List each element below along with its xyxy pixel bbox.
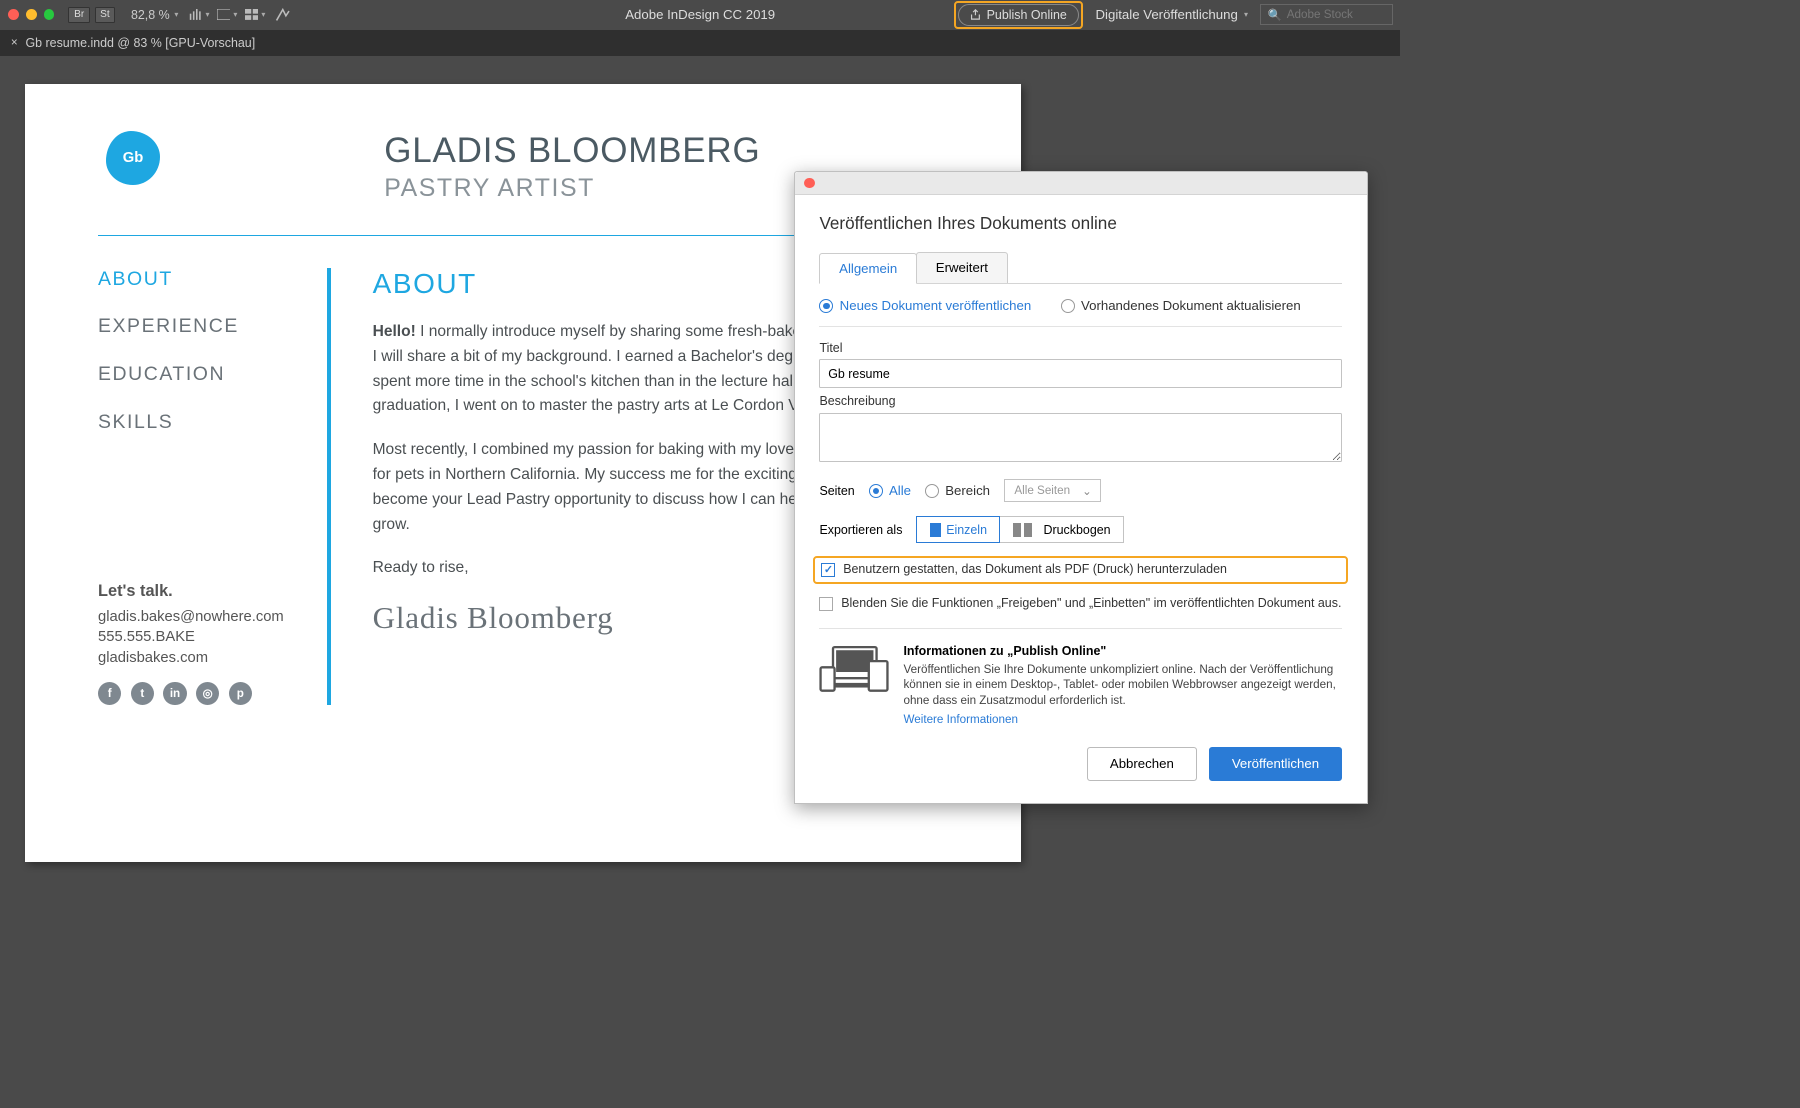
app-bar: Br St 82,8 % ▾ ▾ ▾ ▾ Adobe InDesign CC 2… (0, 0, 1400, 30)
workspace-switcher[interactable]: Digitale Veröffentlichung ▾ (1095, 7, 1247, 22)
checkbox-hide-label: Blenden Sie die Funktionen „Freigeben" u… (841, 596, 1341, 610)
maximize-window-icon[interactable] (44, 9, 55, 20)
radio-update-document[interactable]: Vorhandenes Dokument aktualisieren (1061, 298, 1301, 313)
contact-email: gladis.bakes@nowhere.com (98, 609, 285, 625)
devices-icon (819, 644, 889, 702)
instagram-icon: ◎ (196, 682, 219, 705)
radio-range-label: Bereich (945, 483, 990, 498)
title-input[interactable] (819, 359, 1341, 387)
radio-new-label: Neues Dokument veröffentlichen (840, 298, 1032, 313)
sidebar-item-experience: EXPERIENCE (98, 315, 285, 338)
export-as-label: Exportieren als (819, 523, 902, 537)
segment-single[interactable]: Einzeln (916, 516, 1000, 543)
resume-name: GLADIS BLOOMBERG (384, 131, 760, 171)
close-tab-icon[interactable]: × (11, 36, 18, 49)
dialog-titlebar[interactable] (795, 172, 1367, 195)
window-controls (8, 9, 55, 20)
close-window-icon[interactable] (8, 9, 19, 20)
search-icon: 🔍 (1268, 8, 1283, 22)
radio-icon (1061, 299, 1075, 313)
contact-site: gladisbakes.com (98, 650, 285, 666)
radio-update-label: Vorhandenes Dokument aktualisieren (1081, 298, 1301, 313)
bridge-button[interactable]: Br (68, 7, 89, 23)
chevron-down-icon: ▾ (174, 10, 178, 19)
dialog-heading: Veröffentlichen Ihres Dokuments online (819, 214, 1341, 234)
pages-label: Seiten (819, 484, 854, 498)
view-options-icon[interactable]: ▾ (189, 6, 209, 23)
info-panel: Informationen zu „Publish Online" Veröff… (819, 628, 1341, 727)
seg-single-label: Einzeln (946, 523, 987, 537)
radio-icon (819, 299, 833, 313)
pinterest-icon: p (229, 682, 252, 705)
social-icons: f t in ◎ p (98, 682, 285, 705)
hello-bold: Hello! (373, 323, 416, 340)
sidebar-item-education: EDUCATION (98, 363, 285, 386)
tab-advanced[interactable]: Erweitert (916, 252, 1008, 283)
contact-phone: 555.555.BAKE (98, 629, 285, 645)
publish-online-highlight: Publish Online (954, 1, 1083, 29)
title-label: Titel (819, 341, 1341, 355)
description-label: Beschreibung (819, 394, 1341, 408)
minimize-window-icon[interactable] (26, 9, 37, 20)
linkedin-icon: in (163, 682, 186, 705)
radio-pages-range[interactable]: Bereich (925, 483, 990, 498)
radio-all-label: Alle (889, 483, 911, 498)
publish-label: Publish Online (987, 8, 1067, 22)
vertical-rule (327, 268, 331, 705)
adobe-stock-search[interactable]: 🔍 Adobe Stock (1260, 4, 1392, 25)
description-input[interactable] (819, 413, 1341, 463)
checkbox-pdf-label: Benutzern gestatten, das Dokument als PD… (843, 562, 1227, 576)
spread-icon (1024, 523, 1032, 537)
tab-general[interactable]: Allgemein (819, 253, 916, 284)
spread-icon (1013, 523, 1021, 537)
publish-online-button[interactable]: Publish Online (958, 4, 1078, 26)
cancel-button[interactable]: Abbrechen (1087, 747, 1197, 781)
resume-subtitle: PASTRY ARTIST (384, 174, 760, 203)
radio-icon (925, 484, 939, 498)
segment-spread[interactable]: Druckbogen (1000, 516, 1124, 543)
page-range-dropdown[interactable]: Alle Seiten (1004, 479, 1101, 502)
checkbox-hide[interactable] (819, 597, 833, 611)
checkbox-hide-row: Blenden Sie die Funktionen „Freigeben" u… (819, 596, 1341, 611)
twitter-icon: t (131, 682, 154, 705)
chevron-down-icon: ▾ (1244, 10, 1248, 19)
app-title: Adobe InDesign CC 2019 (625, 7, 775, 22)
publish-online-dialog: Veröffentlichen Ihres Dokuments online A… (794, 171, 1368, 803)
export-segment: Einzeln Druckbogen (916, 516, 1124, 543)
dialog-close-icon[interactable] (804, 178, 815, 189)
contact-heading: Let's talk. (98, 582, 285, 601)
gpu-icon[interactable] (273, 6, 293, 23)
single-page-icon (930, 523, 941, 537)
resume-logo: Gb (106, 131, 160, 185)
document-tab[interactable]: Gb resume.indd @ 83 % [GPU-Vorschau] (25, 36, 255, 50)
document-tab-strip: × Gb resume.indd @ 83 % [GPU-Vorschau] (0, 30, 1400, 56)
info-link[interactable]: Weitere Informationen (903, 713, 1017, 726)
info-heading: Informationen zu „Publish Online" (903, 644, 1341, 658)
info-text: Veröffentlichen Sie Ihre Dokumente unkom… (903, 662, 1341, 709)
seg-spread-label: Druckbogen (1044, 523, 1111, 537)
radio-pages-all[interactable]: Alle (869, 483, 911, 498)
sidebar-item-about: ABOUT (98, 268, 285, 291)
screen-mode-icon[interactable]: ▾ (217, 6, 237, 23)
sidebar-item-skills: SKILLS (98, 411, 285, 434)
arrange-icon[interactable]: ▾ (245, 6, 265, 23)
radio-icon (869, 484, 883, 498)
radio-new-document[interactable]: Neues Dokument veröffentlichen (819, 298, 1031, 313)
facebook-icon: f (98, 682, 121, 705)
stock-button[interactable]: St (95, 7, 116, 23)
publish-button[interactable]: Veröffentlichen (1209, 747, 1342, 781)
workspace-label: Digitale Veröffentlichung (1095, 7, 1237, 22)
stock-placeholder: Adobe Stock (1287, 8, 1353, 21)
share-icon (970, 9, 981, 20)
resume-sidebar: ABOUT EXPERIENCE EDUCATION SKILLS Let's … (98, 268, 285, 705)
zoom-value: 82,8 % (131, 8, 170, 22)
checkbox-pdf[interactable]: ✓ (821, 563, 835, 577)
dialog-tabs: Allgemein Erweitert (819, 252, 1341, 284)
checkbox-pdf-highlight: ✓ Benutzern gestatten, das Dokument als … (813, 556, 1348, 584)
zoom-level[interactable]: 82,8 % ▾ (131, 8, 178, 22)
